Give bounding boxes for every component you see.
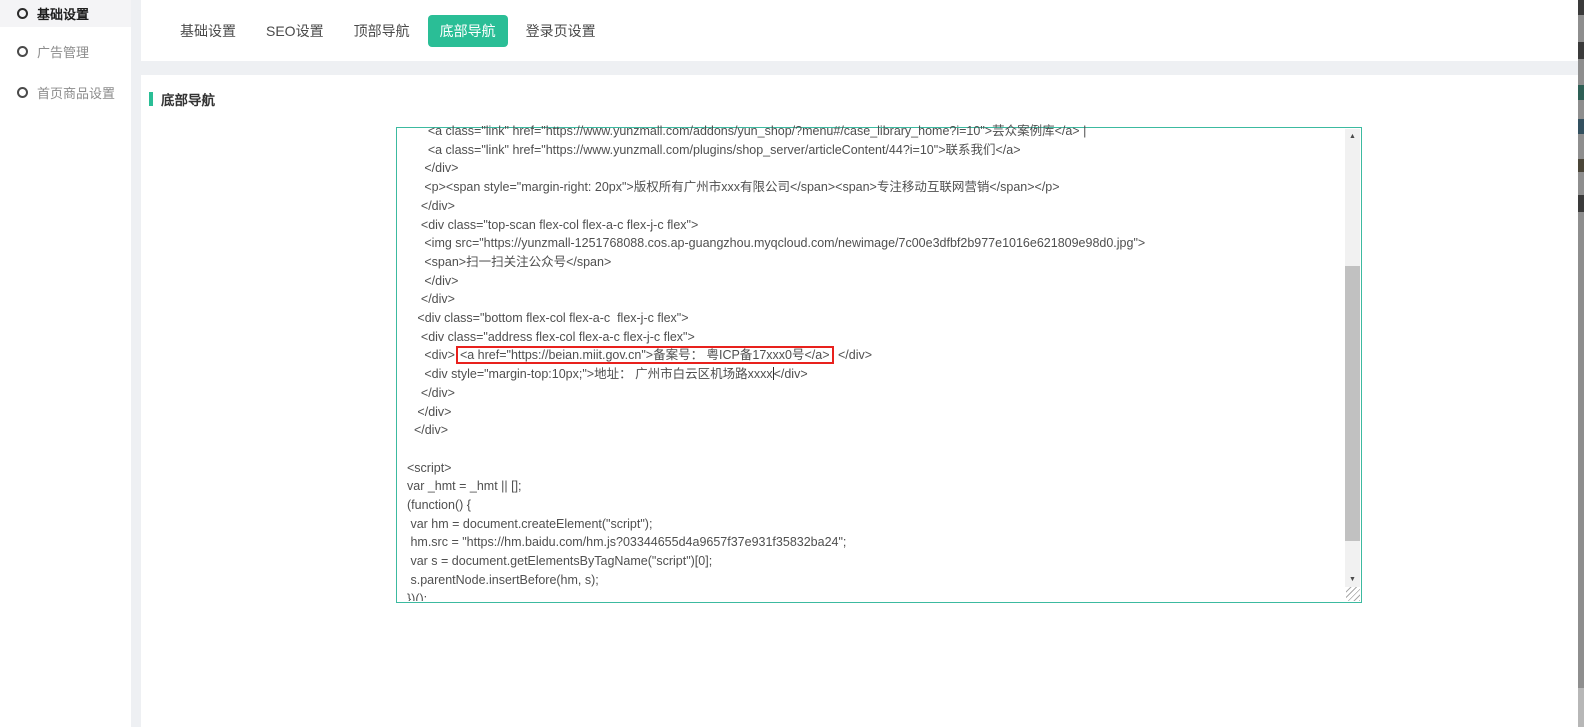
code-line: </div> bbox=[407, 290, 1344, 309]
code-line: var s = document.getElementsByTagName("s… bbox=[407, 552, 1344, 571]
footer-nav-code-textarea[interactable]: <a class="link" href="https://www.yunzma… bbox=[396, 127, 1362, 603]
textarea-resize-grip-icon[interactable] bbox=[1346, 587, 1360, 601]
code-line: var _hmt = _hmt || []; bbox=[407, 477, 1344, 496]
window-edge-strip bbox=[1578, 0, 1584, 727]
sidebar-item-2[interactable]: 首页商品设置 bbox=[0, 79, 131, 106]
scroll-up-icon[interactable]: ▲ bbox=[1345, 129, 1360, 144]
red-annotation-box: <a href="https://beian.miit.gov.cn">备案号：… bbox=[456, 346, 834, 364]
code-line: <img src="https://yunzmall-1251768088.co… bbox=[407, 234, 1344, 253]
radio-circle-icon bbox=[17, 46, 28, 57]
code-line: </div> bbox=[407, 384, 1344, 403]
sidebar-item-0[interactable]: 基础设置 bbox=[0, 0, 131, 27]
code-text: </div> bbox=[774, 367, 808, 381]
code-line: </div> bbox=[407, 197, 1344, 216]
code-line: <a class="link" href="https://www.yunzma… bbox=[407, 122, 1344, 141]
code-text: <div> bbox=[407, 348, 455, 362]
radio-circle-icon bbox=[17, 8, 28, 19]
sidebar-item-label: 首页商品设置 bbox=[37, 83, 115, 102]
tab-4[interactable]: 登录页设置 bbox=[514, 15, 608, 47]
code-line: })(); bbox=[407, 590, 1344, 601]
code-line: <div class="address flex-col flex-a-c fl… bbox=[407, 328, 1344, 347]
edge-fragment-icon bbox=[1578, 42, 1584, 59]
radio-circle-icon bbox=[17, 87, 28, 98]
tab-1[interactable]: SEO设置 bbox=[254, 15, 336, 47]
code-line: </div> bbox=[407, 421, 1344, 440]
code-line: <a class="link" href="https://www.yunzma… bbox=[407, 141, 1344, 160]
editor-scrollbar[interactable]: ▲ ▼ bbox=[1345, 129, 1360, 587]
tab-bar: 基础设置SEO设置顶部导航底部导航登录页设置 bbox=[141, 0, 1578, 61]
section-header: 底部导航 bbox=[149, 89, 1578, 109]
tab-2[interactable]: 顶部导航 bbox=[342, 15, 422, 47]
edge-fragment-icon bbox=[1578, 159, 1584, 172]
code-text: </div> bbox=[835, 348, 873, 362]
code-line: hm.src = "https://hm.baidu.com/hm.js?033… bbox=[407, 533, 1344, 552]
edge-fragment-icon bbox=[1578, 195, 1584, 212]
code-line: </div> bbox=[407, 272, 1344, 291]
code-content: <a class="link" href="https://www.yunzma… bbox=[398, 122, 1344, 601]
sidebar: 基础设置广告管理首页商品设置 bbox=[0, 0, 131, 727]
section-title: 底部导航 bbox=[161, 89, 215, 109]
code-line: var hm = document.createElement("script"… bbox=[407, 515, 1344, 534]
section-accent-bar bbox=[149, 92, 153, 106]
code-line: <script> bbox=[407, 459, 1344, 478]
code-line: <p><span style="margin-right: 20px">版权所有… bbox=[407, 178, 1344, 197]
sidebar-item-label: 广告管理 bbox=[37, 42, 89, 61]
code-line: </div> bbox=[407, 403, 1344, 422]
edge-fragment-icon bbox=[1578, 688, 1584, 727]
tab-3-active[interactable]: 底部导航 bbox=[428, 15, 508, 47]
tab-0[interactable]: 基础设置 bbox=[168, 15, 248, 47]
code-line: s.parentNode.insertBefore(hm, s); bbox=[407, 571, 1344, 590]
code-line: <div style="margin-top:10px;">地址： 广州市白云区… bbox=[407, 365, 1344, 384]
edge-fragment-icon bbox=[1578, 0, 1584, 15]
edge-fragment-icon bbox=[1578, 119, 1584, 134]
code-line bbox=[407, 440, 1344, 459]
sidebar-item-label: 基础设置 bbox=[37, 4, 89, 23]
code-line: <div class="top-scan flex-col flex-a-c f… bbox=[407, 216, 1344, 235]
code-line: <div><a href="https://beian.miit.gov.cn"… bbox=[407, 346, 1344, 365]
code-line: (function() { bbox=[407, 496, 1344, 515]
code-line: <div class="bottom flex-col flex-a-c fle… bbox=[407, 309, 1344, 328]
code-line: <span>扫一扫关注公众号</span> bbox=[407, 253, 1344, 272]
code-text: <div style="margin-top:10px;">地址： 广州市白云区… bbox=[407, 367, 773, 381]
code-line: </div> bbox=[407, 159, 1344, 178]
sidebar-item-1[interactable]: 广告管理 bbox=[0, 38, 131, 65]
scroll-down-icon[interactable]: ▼ bbox=[1345, 572, 1360, 587]
edge-fragment-icon bbox=[1578, 85, 1584, 100]
scrollbar-thumb[interactable] bbox=[1345, 266, 1360, 541]
